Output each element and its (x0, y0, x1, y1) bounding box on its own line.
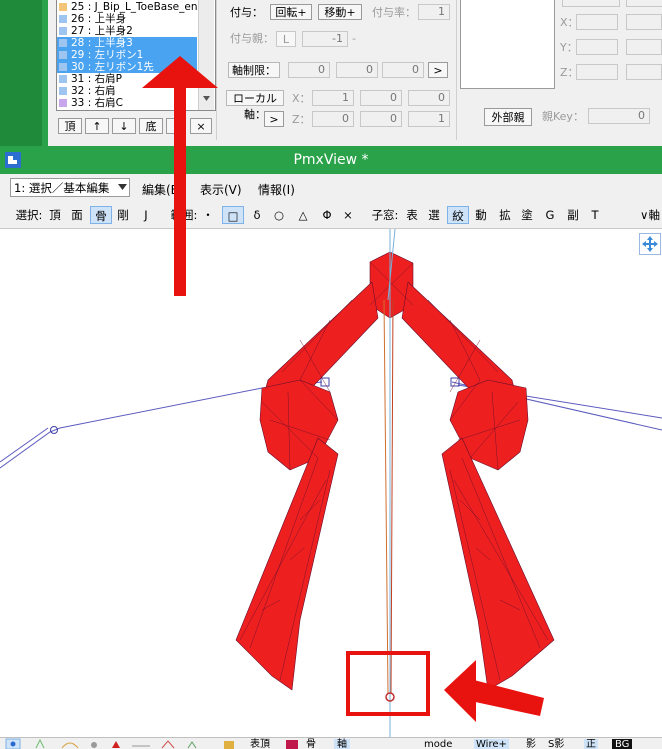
annotation-overlay (142, 56, 544, 722)
bottom-icon-strip (5, 738, 234, 749)
up-arrow-annotation (142, 56, 218, 296)
bottom-toolbar: 表頂 骨 軸 mode Wire+ 影 S影 正 BG (0, 737, 662, 749)
left-arrow-annotation (444, 660, 544, 722)
highlight-box (346, 651, 430, 716)
